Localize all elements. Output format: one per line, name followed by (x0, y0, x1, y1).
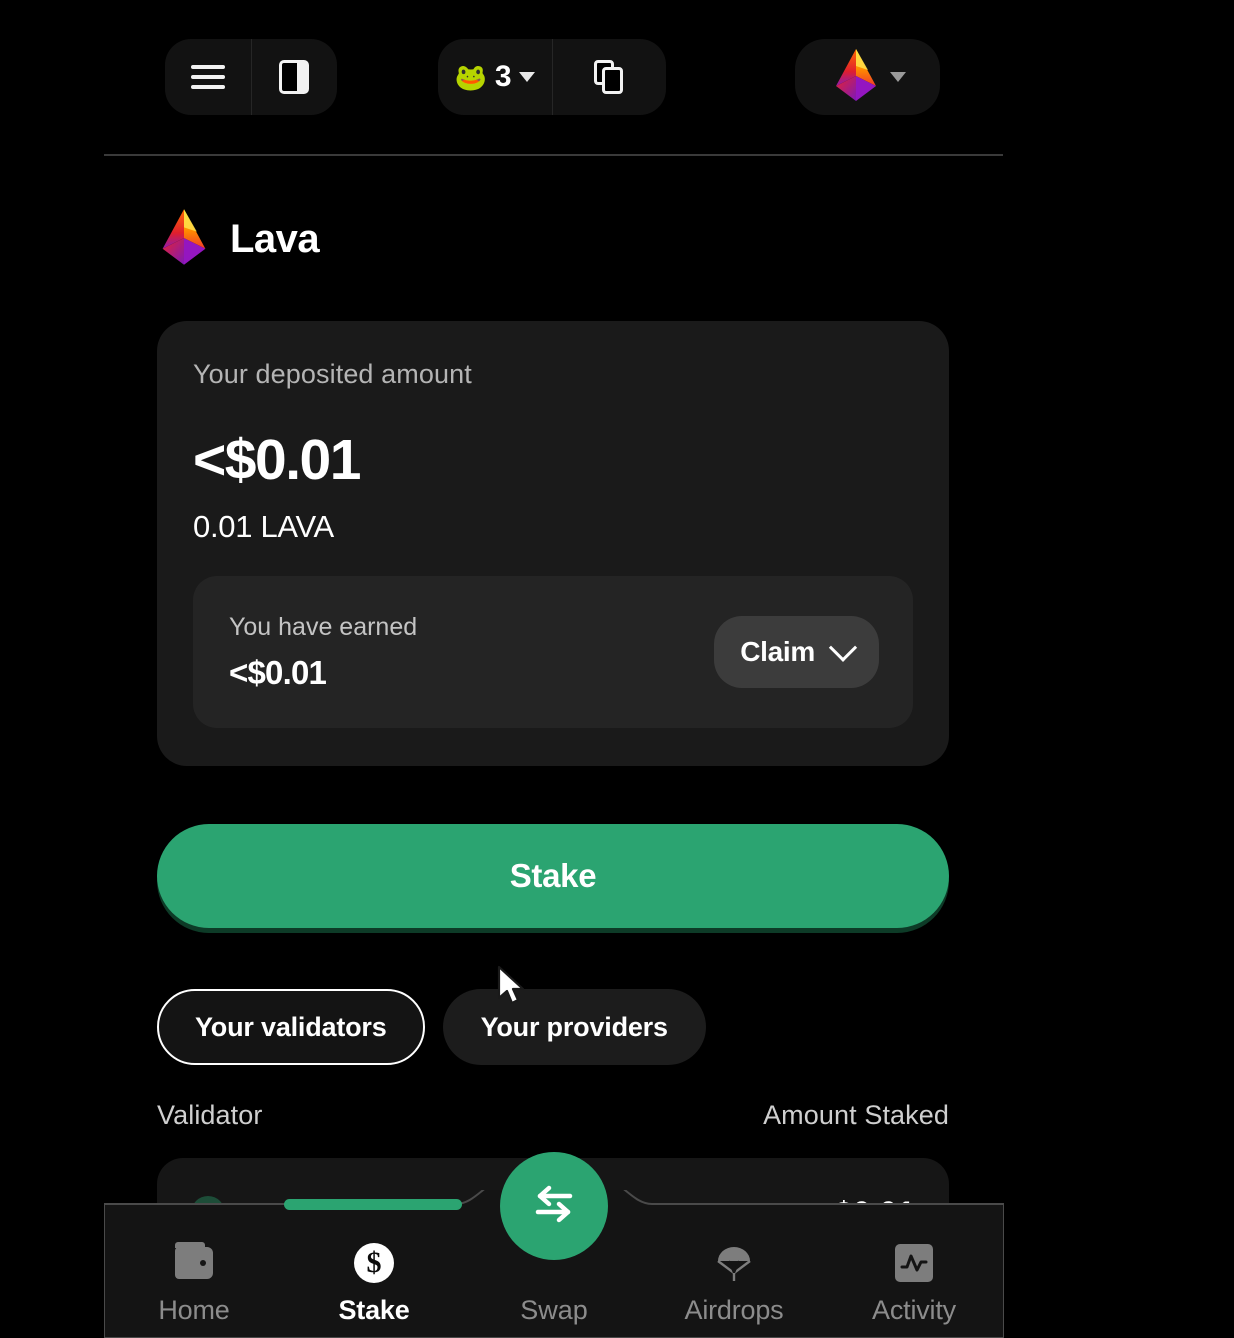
copy-tabs-icon (594, 60, 624, 94)
tab-your-validators[interactable]: Your validators (157, 989, 425, 1065)
nav-item-activity[interactable]: Activity (824, 1190, 1004, 1338)
app-header: Lava (156, 206, 320, 273)
deposited-amount-token: 0.01 LAVA (193, 509, 334, 544)
column-header-validator: Validator (157, 1100, 263, 1130)
earned-rewards-box: You have earned <$0.01 Claim (193, 576, 913, 728)
nav-item-airdrops[interactable]: Airdrops (644, 1190, 824, 1338)
parachute-icon (712, 1241, 756, 1285)
hamburger-icon (190, 65, 225, 89)
earned-text-group: You have earned <$0.01 (229, 613, 417, 692)
caret-down-icon (889, 72, 906, 82)
dollar-circle-icon: $ (352, 1241, 396, 1285)
swap-fab-button[interactable] (500, 1152, 608, 1260)
stake-tabs: Your validators Your providers (157, 989, 706, 1065)
tab-your-providers[interactable]: Your providers (442, 989, 706, 1065)
stake-button[interactable]: Stake (157, 824, 949, 928)
nav-label-stake: Stake (338, 1295, 410, 1325)
claim-button[interactable]: Claim (714, 616, 879, 688)
earned-amount: <$0.01 (229, 653, 327, 691)
bottom-navigation: Home $ Stake Airdrops Activity Swap (104, 1152, 1004, 1338)
tab-group: 🐸 3 (438, 39, 666, 115)
caret-down-icon (519, 72, 536, 82)
page-title: Lava (230, 217, 320, 261)
lava-logo-icon (830, 46, 882, 109)
nav-item-stake[interactable]: $ Stake (284, 1190, 464, 1338)
browser-nav-group (165, 39, 337, 115)
tab-switcher-button[interactable]: 🐸 3 (438, 39, 552, 115)
screen: 🐸 3 Lava Your deposited amount <$0.01 0.… (0, 0, 1234, 1338)
menu-button[interactable] (165, 39, 251, 115)
deposited-amount-card: Your deposited amount <$0.01 0.01 LAVA Y… (157, 321, 949, 766)
deposited-amount-fiat: <$0.01 (193, 428, 361, 492)
tab-count: 3 (494, 60, 512, 93)
nav-label-activity: Activity (872, 1295, 956, 1325)
wallet-icon (172, 1241, 216, 1285)
nav-item-home[interactable]: Home (104, 1190, 284, 1338)
frog-icon: 🐸 (454, 62, 487, 92)
browser-toolbar: 🐸 3 (0, 0, 1234, 155)
validators-table-header: Validator Amount Staked (157, 1100, 949, 1131)
pulse-chart-icon (892, 1241, 936, 1285)
profile-button[interactable] (795, 39, 940, 115)
nav-label-airdrops: Airdrops (684, 1295, 784, 1325)
app-viewport: Lava Your deposited amount <$0.01 0.01 L… (104, 156, 1004, 1338)
swap-arrows-icon (526, 1179, 582, 1234)
claim-button-label: Claim (740, 636, 815, 667)
progress-indicator (284, 1199, 462, 1210)
nav-label-home: Home (158, 1295, 230, 1325)
sidebar-toggle-button[interactable] (250, 39, 338, 115)
chevron-down-icon (828, 633, 858, 662)
profile-group (795, 39, 940, 115)
copy-tabs-button[interactable] (551, 39, 667, 115)
deposited-amount-label: Your deposited amount (193, 359, 472, 389)
earned-label: You have earned (229, 612, 418, 641)
column-header-amount-staked: Amount Staked (763, 1100, 949, 1130)
lava-pyramid-icon (156, 206, 212, 273)
sidebar-panel-icon (279, 60, 310, 94)
